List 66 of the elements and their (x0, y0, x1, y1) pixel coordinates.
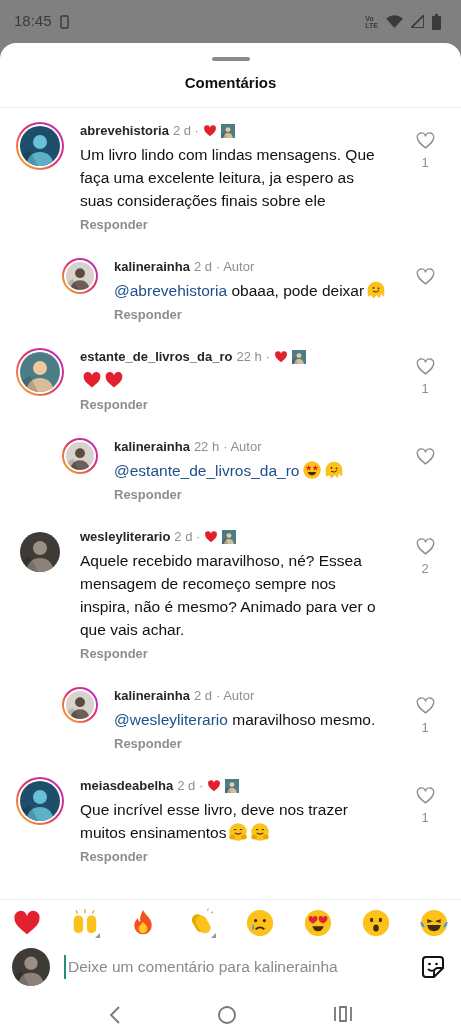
drag-handle[interactable] (211, 57, 250, 61)
heart-icon (82, 369, 102, 390)
heart-icon[interactable] (415, 131, 435, 149)
sticker-icon[interactable] (421, 955, 445, 979)
mention-link[interactable]: @abrevehistoria (114, 281, 228, 299)
author-label: · Autor (215, 686, 255, 705)
crying-face-icon[interactable] (244, 908, 275, 938)
username[interactable]: kalinerainha (114, 437, 190, 456)
melting-face-icon (323, 459, 344, 480)
signal-icon (411, 15, 424, 28)
back-icon[interactable] (108, 1006, 121, 1024)
mention-link[interactable]: @estante_de_livros_da_ro (114, 461, 300, 479)
star-eyes-face-icon (301, 459, 322, 480)
username[interactable]: kalinerainha (114, 257, 190, 276)
avatar[interactable] (62, 437, 98, 474)
melting-face-icon (366, 279, 387, 300)
timestamp: 2 d · (174, 527, 201, 546)
author-label: · Autor (215, 257, 255, 276)
timestamp: 22 h (193, 437, 220, 456)
like-count: 2 (421, 559, 429, 578)
hugging-face-icon (250, 821, 271, 842)
home-icon[interactable] (218, 1006, 237, 1024)
avatar[interactable] (62, 257, 98, 294)
laughing-face-icon[interactable] (419, 908, 449, 938)
surprised-face-icon[interactable] (360, 908, 391, 938)
avatar[interactable] (16, 121, 64, 170)
clock-time: 18:45 (14, 11, 52, 32)
avatar[interactable] (16, 776, 64, 825)
timestamp: 2 d · (172, 121, 199, 140)
phone-icon (59, 14, 69, 29)
timestamp: 2 d · (177, 776, 204, 795)
username[interactable]: abrevehistoria (80, 121, 169, 140)
heart-icon[interactable] (415, 447, 435, 465)
sheet-title: Comentários (183, 73, 278, 93)
username[interactable]: estante_de_livros_da_ro (80, 347, 233, 366)
timestamp: 2 d (193, 257, 212, 276)
heart-icon[interactable] (415, 786, 435, 804)
comment-input[interactable]: Deixe um comentário para kalinerainha (64, 955, 407, 979)
comment-text: @wesleyliterario maravilhoso mesmo. (114, 709, 377, 730)
mention-link[interactable]: @wesleyliterario (114, 710, 228, 728)
heart-icon (104, 369, 124, 390)
like-count: 1 (421, 718, 429, 737)
avatar[interactable] (62, 686, 98, 723)
heart-icon[interactable] (415, 537, 435, 555)
like-count: 1 (421, 153, 429, 172)
wifi-icon (386, 15, 403, 28)
recent-apps-icon[interactable] (334, 1006, 353, 1022)
username[interactable]: meiasdeabelha (80, 776, 174, 795)
author-label: · Autor (223, 437, 262, 456)
heart-icon[interactable] (415, 357, 435, 375)
like-count: 1 (421, 808, 429, 827)
battery-icon (432, 13, 441, 30)
username[interactable]: kalinerainha (114, 686, 190, 705)
avatar[interactable] (16, 347, 64, 396)
hugging-face-icon (228, 821, 249, 842)
timestamp: 22 h · (236, 347, 270, 366)
comment-text: Aquele recebido maravilhoso, né? Essea mensagem de recomeço sempre nos inspira, não é mesmo? Animado para ver o que vais achar. (80, 550, 377, 640)
heart-eyes-face-icon[interactable] (302, 908, 333, 938)
like-count: 1 (421, 379, 429, 398)
comment-text: @abrevehistoria obaaa, pode deixar (114, 278, 389, 302)
timestamp: 2 d (193, 686, 212, 705)
heart-icon[interactable] (415, 696, 435, 714)
comment-text: Que incrível esse livro, deve nos trazer muitos ensinamentos (80, 799, 349, 844)
comment-text: Um livro lindo com lindas mensagens. Que faça uma excelente leitura, ja espero as suas considerações finais sobre ele (80, 144, 376, 211)
username[interactable]: wesleyliterario (80, 527, 171, 546)
heart-icon[interactable] (415, 267, 435, 285)
